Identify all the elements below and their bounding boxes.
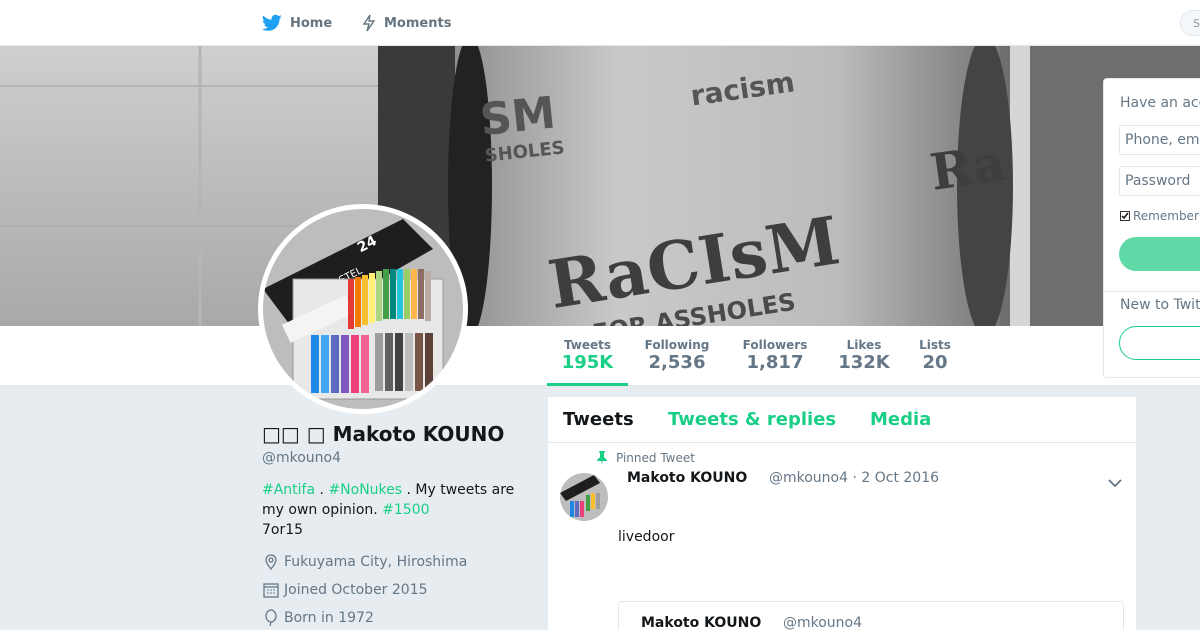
profile-born-text: Born in 1972 — [284, 610, 374, 626]
stat-likes[interactable]: Likes 132K — [836, 326, 892, 386]
signup-button[interactable] — [1119, 326, 1200, 360]
tweet-menu-button[interactable] — [1108, 473, 1122, 492]
stat-tweets-value: 195K — [561, 352, 614, 373]
stat-followers-label: Followers — [742, 338, 808, 352]
quoted-tweet[interactable]: Makoto KOUNO @mkouno4 — [618, 601, 1124, 630]
login-username-field[interactable]: Phone, email or username — [1119, 125, 1200, 155]
stat-tweets-label: Tweets — [563, 338, 612, 352]
nav-moments-label: Moments — [384, 15, 452, 31]
stat-following[interactable]: Following 2,536 — [642, 326, 712, 386]
login-password-field[interactable]: Password — [1119, 166, 1200, 196]
timeline: Tweets Tweets & replies Media Pinned Twe… — [548, 397, 1136, 630]
stat-followers-value: 1,817 — [746, 352, 804, 373]
profile-avatar[interactable]: 24 CARRE PASTEL — [258, 204, 468, 414]
login-button[interactable] — [1119, 237, 1200, 271]
top-nav: Home Moments S — [0, 0, 1200, 46]
profile-display-name: □□ □ Makoto KOUNO — [262, 422, 505, 446]
svg-text:Ra: Ra — [927, 133, 1010, 202]
profile-joined: Joined October 2015 — [262, 581, 428, 599]
search-input[interactable]: S — [1180, 10, 1200, 36]
quoted-tweet-name: Makoto KOUNO — [641, 615, 762, 630]
nav-home[interactable]: Home — [262, 0, 332, 46]
lightning-icon — [362, 14, 376, 32]
hashtag-nonukes[interactable]: #NoNukes — [328, 482, 402, 498]
tab-tweets-replies[interactable]: Tweets & replies — [668, 409, 836, 430]
banner-text-top: SM — [478, 87, 558, 146]
calendar-icon — [263, 583, 279, 598]
pinned-tweet-label: Pinned Tweet — [596, 451, 695, 465]
tweet-avatar[interactable] — [560, 473, 608, 521]
remember-me[interactable]: Remember me — [1120, 209, 1200, 223]
tab-media[interactable]: Media — [870, 409, 931, 430]
balloon-icon — [265, 609, 277, 627]
bio-separator: . — [315, 482, 329, 498]
stat-lists-value: 20 — [922, 352, 948, 373]
login-card: Have an account? Phone, email or usernam… — [1103, 78, 1200, 378]
tweet-text: livedoor — [618, 529, 675, 545]
chevron-down-icon — [1108, 479, 1122, 488]
stat-lists-label: Lists — [919, 338, 951, 352]
stat-following-value: 2,536 — [648, 352, 706, 373]
profile-location: Fukuyama City, Hiroshima — [262, 553, 467, 571]
profile-banner: SM SHOLES RaCIsM IS FOR ASSHOLES Ra raci… — [0, 46, 1200, 326]
stat-tweets[interactable]: Tweets 195K — [547, 326, 628, 386]
profile-location-text: Fukuyama City, Hiroshima — [284, 554, 468, 570]
remember-checkbox[interactable] — [1120, 211, 1130, 221]
timeline-tabs: Tweets Tweets & replies Media — [548, 397, 1136, 443]
pin-icon — [597, 451, 607, 465]
nav-moments[interactable]: Moments — [362, 0, 451, 46]
profile-stats-bar: Tweets 195K Following 2,536 Followers 1,… — [0, 326, 1200, 386]
nav-home-label: Home — [290, 15, 333, 31]
remember-label: Remember me — [1133, 209, 1200, 223]
tab-tweets[interactable]: Tweets — [563, 409, 634, 430]
hashtag-1500[interactable]: #1500 — [382, 502, 429, 518]
quoted-tweet-handle: @mkouno4 — [783, 615, 863, 630]
twitter-bird-icon — [262, 14, 282, 31]
new-to-twitter-label: New to Twitter? — [1120, 297, 1200, 313]
profile-bio: #Antifa . #NoNukes . My tweets are my ow… — [262, 480, 532, 540]
pinned-text: Pinned Tweet — [616, 451, 695, 465]
profile-handle[interactable]: @mkouno4 — [262, 450, 341, 466]
login-divider — [1104, 291, 1200, 292]
tweet-handle-date[interactable]: @mkouno4 · 2 Oct 2016 — [769, 470, 939, 486]
hashtag-antifa[interactable]: #Antifa — [262, 482, 315, 498]
login-title: Have an account? — [1120, 95, 1200, 111]
stat-lists[interactable]: Lists 20 — [916, 326, 954, 386]
checkmark-icon — [1121, 212, 1129, 220]
tweet-author-name[interactable]: Makoto KOUNO — [627, 470, 747, 486]
stat-followers[interactable]: Followers 1,817 — [740, 326, 810, 386]
location-pin-icon — [265, 554, 277, 571]
profile-born: Born in 1972 — [262, 609, 374, 627]
stat-likes-value: 132K — [838, 352, 890, 373]
stat-following-label: Following — [644, 338, 710, 352]
stat-likes-label: Likes — [846, 338, 882, 352]
profile-joined-text: Joined October 2015 — [284, 582, 428, 598]
bio-line2: 7or15 — [262, 522, 304, 538]
